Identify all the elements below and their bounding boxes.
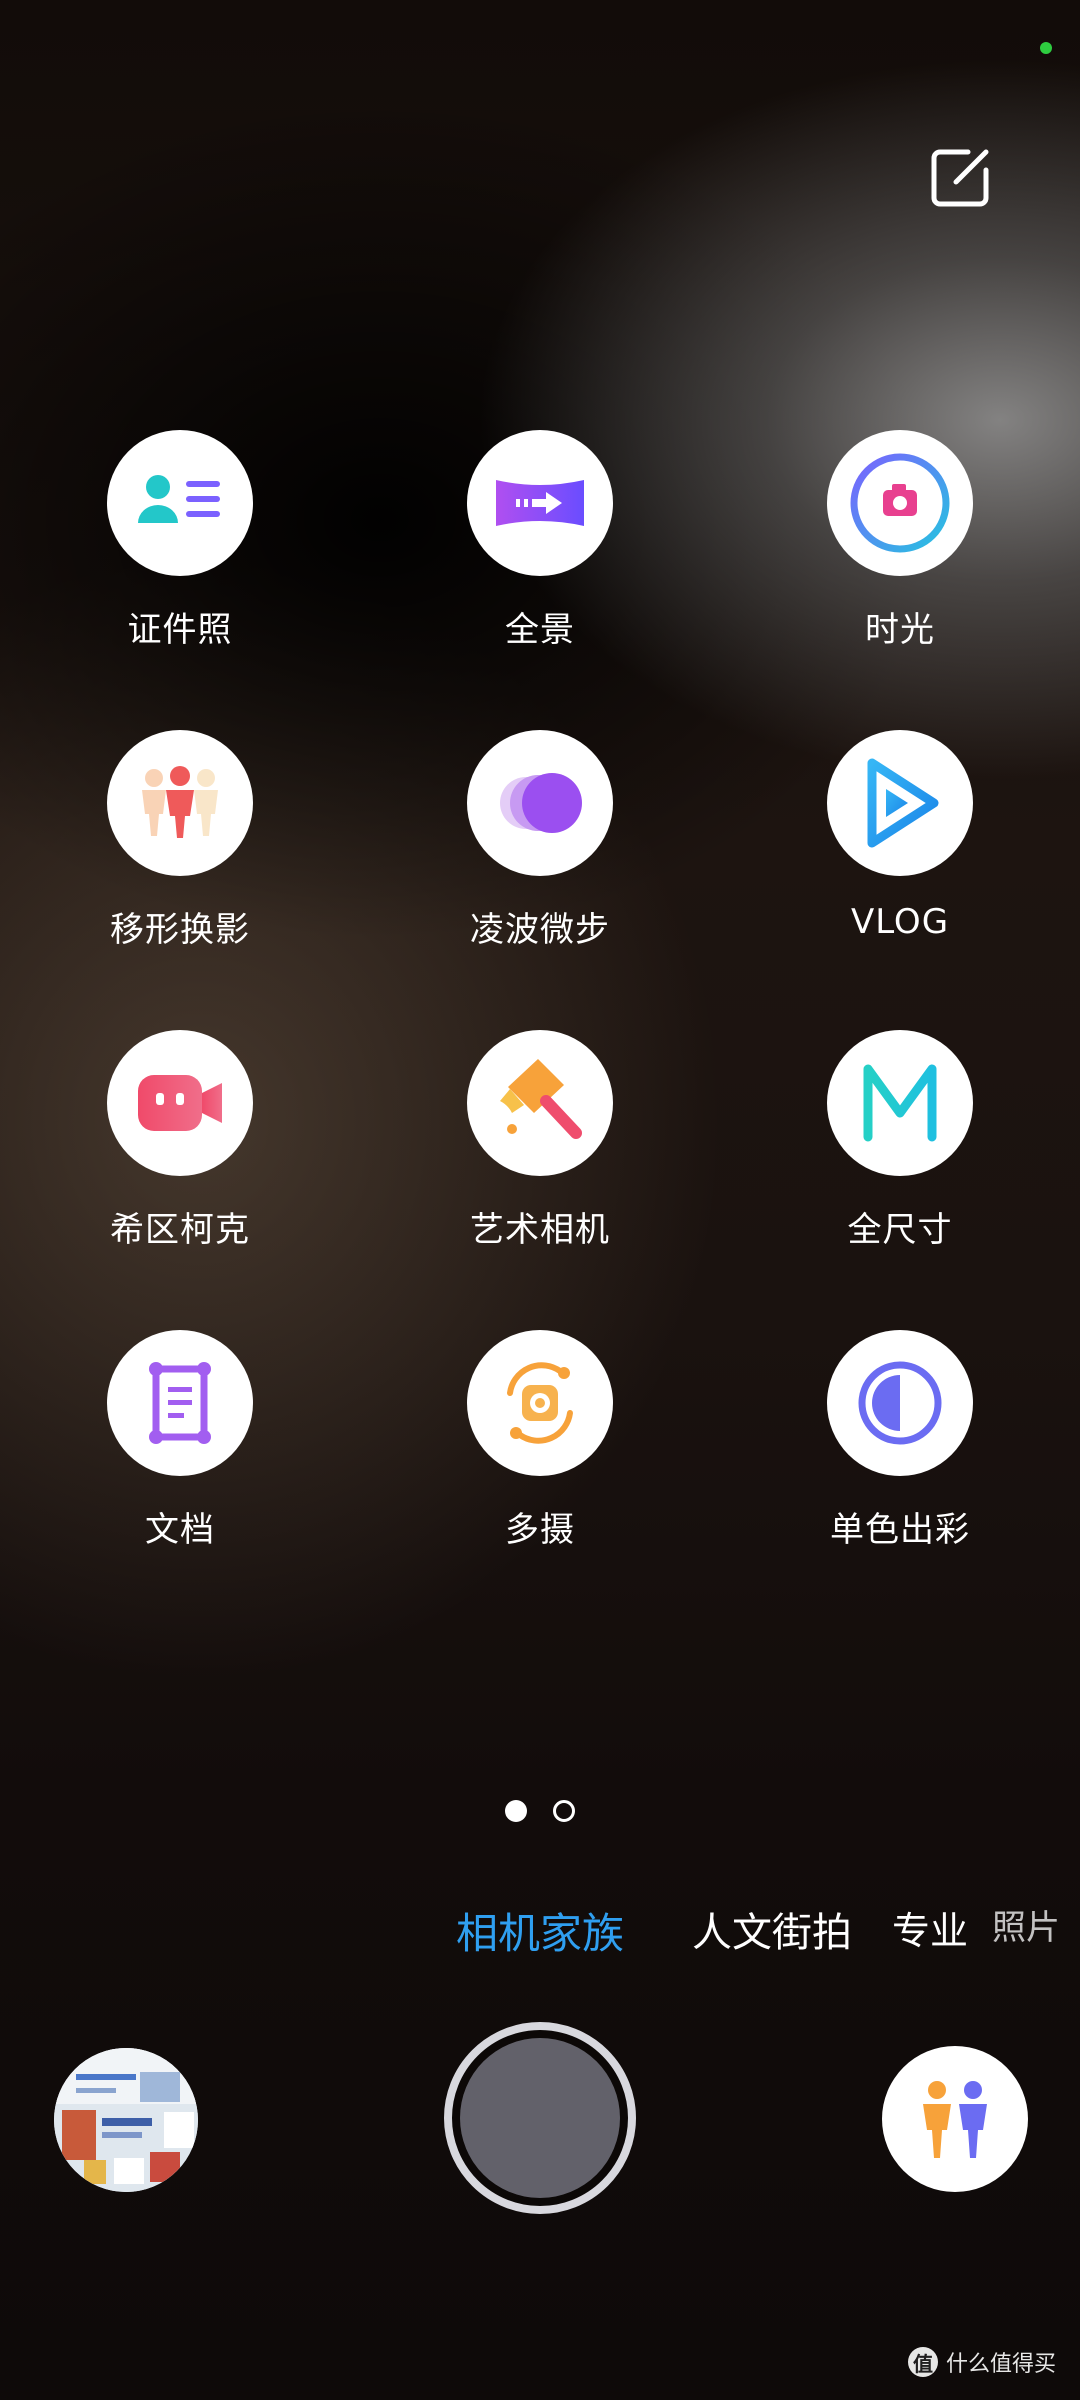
mode-label: 多摄 — [505, 1510, 575, 1550]
id-photo-icon — [107, 430, 253, 576]
mode-panorama[interactable]: 全景 — [420, 430, 660, 651]
mode-tab-pro[interactable]: 专业 — [892, 1900, 968, 1955]
mode-slow-shutter[interactable]: 凌波微步 — [420, 730, 660, 951]
page-dot-active[interactable] — [505, 1800, 527, 1822]
mono-color-icon — [827, 1330, 973, 1476]
mode-label: 凌波微步 — [470, 910, 610, 950]
mode-selector-bar: 相机家族 人文街拍 专业 照片 — [0, 1900, 1080, 1960]
mode-art-camera[interactable]: 艺术相机 — [420, 1030, 660, 1251]
art-camera-icon — [467, 1030, 613, 1176]
slow-shutter-icon — [467, 730, 613, 876]
timelapse-icon — [827, 430, 973, 576]
mode-timelapse[interactable]: 时光 — [780, 430, 1020, 651]
mode-label: 艺术相机 — [470, 1210, 610, 1250]
mode-label: 全尺寸 — [847, 1210, 953, 1250]
mode-full-size[interactable]: 全尺寸 — [780, 1030, 1020, 1251]
privacy-indicator-dot — [1040, 42, 1052, 54]
page-indicator — [0, 1800, 1080, 1826]
mode-label: 移形换影 — [110, 910, 250, 950]
mode-label: 希区柯克 — [110, 1210, 250, 1250]
mode-mono-color[interactable]: 单色出彩 — [780, 1330, 1020, 1551]
mode-document[interactable]: 文档 — [60, 1330, 300, 1551]
people-switch-icon — [923, 2081, 987, 2158]
mode-tab-camera-family[interactable]: 相机家族 — [456, 1900, 624, 1961]
clone-icon — [107, 730, 253, 876]
multi-camera-icon — [467, 1330, 613, 1476]
mode-multi-camera[interactable]: 多摄 — [420, 1330, 660, 1551]
mode-tab-street[interactable]: 人文街拍 — [692, 1900, 852, 1958]
edit-button[interactable] — [928, 146, 992, 210]
mode-label: 文档 — [145, 1510, 215, 1550]
mode-label: 单色出彩 — [830, 1510, 970, 1550]
mode-clone[interactable]: 移形换影 — [60, 730, 300, 951]
mode-hitchcock[interactable]: 希区柯克 — [60, 1030, 300, 1251]
watermark: 值 什么值得买 — [907, 2346, 1056, 2378]
mode-label: 证件照 — [127, 610, 233, 650]
watermark-text: 什么值得买 — [945, 2352, 1056, 2377]
mode-vlog[interactable]: VLOG — [780, 730, 1020, 942]
document-icon — [107, 1330, 253, 1476]
people-switch-button[interactable] — [882, 2046, 1028, 2192]
mode-tab-photo[interactable]: 照片 — [992, 1900, 1060, 1949]
page-dot-inactive[interactable] — [553, 1800, 575, 1822]
vlog-icon — [827, 730, 973, 876]
mode-label: VLOG — [850, 902, 950, 942]
gallery-preview-image — [54, 2048, 198, 2192]
mode-id-photo[interactable]: 证件照 — [60, 430, 300, 651]
gallery-thumbnail[interactable] — [54, 2048, 198, 2192]
panorama-icon — [467, 430, 613, 576]
edit-icon — [931, 149, 989, 207]
full-size-icon — [827, 1030, 973, 1176]
shutter-inner — [460, 2038, 620, 2198]
hitchcock-icon — [107, 1030, 253, 1176]
mode-label: 时光 — [865, 610, 935, 650]
mode-label: 全景 — [505, 610, 575, 650]
shutter-button[interactable] — [444, 2022, 636, 2214]
watermark-logo: 值 — [907, 2347, 938, 2377]
